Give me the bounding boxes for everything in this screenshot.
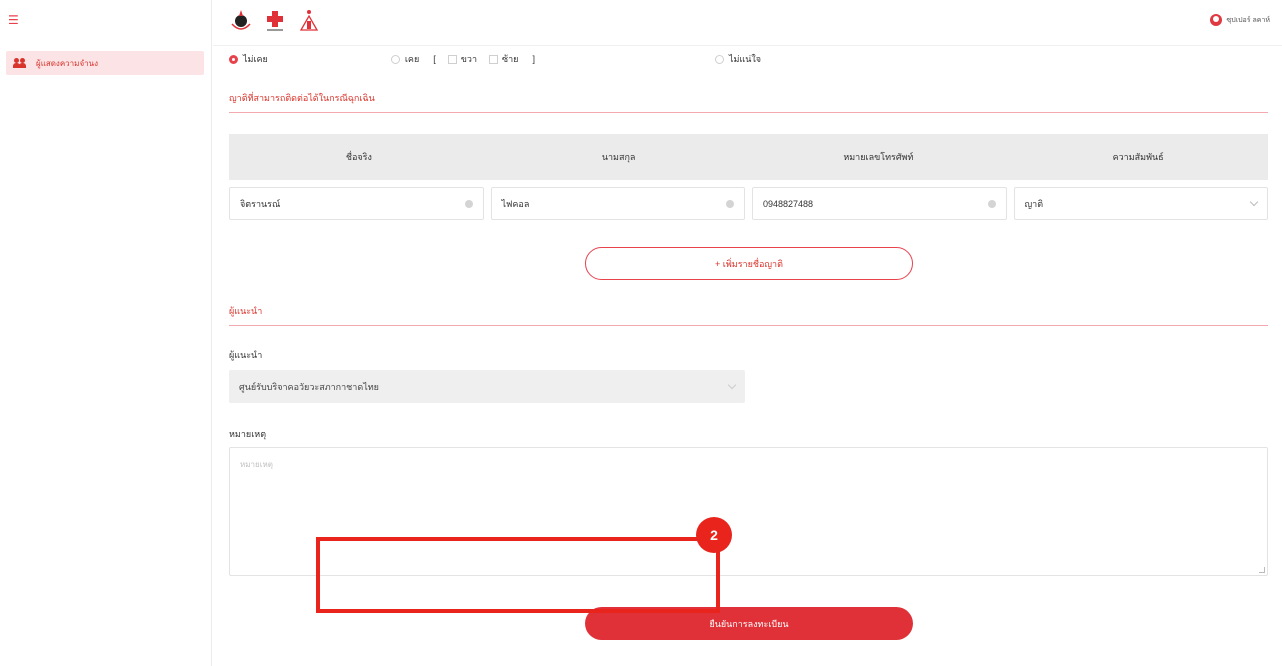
top-header: ซุปเปอร์ ลคาห์ xyxy=(213,0,1282,46)
note-label: หมายเหตุ xyxy=(229,429,267,439)
hamburger-menu-icon[interactable]: ☰ xyxy=(8,14,19,26)
radio-icon xyxy=(390,54,400,64)
donation-history-options: ไม่เคย เคย [ ขวา ซ้าย ] ไม่แน่ใจ xyxy=(229,52,761,66)
checkbox-left[interactable]: ซ้าย xyxy=(489,52,518,66)
first-name-field[interactable]: จิตรานรณ์ xyxy=(229,187,484,220)
relative-row: จิตรานรณ์ ไฟคอล 0948827488 ญาติ xyxy=(229,187,1268,220)
header-first-name: ชื่อจริง xyxy=(345,152,372,162)
referrer-section-title: ผู้แนะนำ xyxy=(229,306,263,316)
radio-icon xyxy=(714,54,724,64)
users-icon xyxy=(13,58,28,68)
last-name-field[interactable]: ไฟคอล xyxy=(490,187,745,220)
logo-group xyxy=(229,8,321,34)
relatives-section-title: ญาติที่สามารถติดต่อได้ในกรณีฉุกเฉิน xyxy=(229,93,375,103)
option-never[interactable]: ไม่เคย xyxy=(229,52,268,66)
note-placeholder: หมายเหตุ xyxy=(240,460,273,469)
add-relative-button[interactable]: + เพิ่มรายชื่อญาติ xyxy=(585,247,913,280)
thai-red-cross-emblem-logo xyxy=(297,8,321,34)
section-divider xyxy=(229,325,1268,326)
radio-selected-icon xyxy=(229,54,238,64)
option-not-sure[interactable]: ไม่แน่ใจ xyxy=(714,52,761,66)
bracket-close: ] xyxy=(532,54,535,64)
header-phone: หมายเลขโทรศัพท์ xyxy=(843,152,914,162)
referrer-select[interactable]: ศูนย์รับบริจาคอวัยวะสภากาชาดไทย xyxy=(229,370,745,403)
header-relation: ความสัมพันธ์ xyxy=(1112,152,1164,162)
chevron-down-icon xyxy=(1249,197,1259,207)
checkbox-icon xyxy=(489,54,498,64)
section-divider xyxy=(229,112,1268,113)
clear-icon[interactable] xyxy=(726,199,734,208)
sidebar-item-applicants[interactable]: ผู้แสดงความจำนง xyxy=(6,51,204,75)
bracket-open: [ xyxy=(433,54,436,64)
checkbox-icon xyxy=(447,54,457,64)
step-number-badge: 2 xyxy=(696,517,732,553)
resize-handle-icon[interactable] xyxy=(1259,567,1265,573)
checkbox-right[interactable]: ขวา xyxy=(447,52,477,66)
option-ever[interactable]: เคย xyxy=(390,52,419,66)
chevron-down-icon xyxy=(727,380,737,390)
referrer-label: ผู้แนะนำ xyxy=(229,350,263,360)
sidebar-item-label: ผู้แสดงความจำนง xyxy=(36,58,98,68)
user-name: ซุปเปอร์ ลคาห์ xyxy=(1226,16,1270,24)
header-last-name: นามสกุล xyxy=(601,152,636,162)
step-highlight-box xyxy=(316,537,720,613)
clear-icon[interactable] xyxy=(464,199,473,208)
organ-donation-logo xyxy=(229,8,253,34)
user-avatar-icon xyxy=(1209,14,1222,26)
red-cross-logo xyxy=(263,8,287,34)
relation-select[interactable]: ญาติ xyxy=(1013,187,1268,220)
user-menu[interactable]: ซุปเปอร์ ลคาห์ xyxy=(1209,14,1270,26)
phone-field[interactable]: 0948827488 xyxy=(752,187,1007,220)
relatives-table-header: ชื่อจริง นามสกุล หมายเลขโทรศัพท์ ความสัม… xyxy=(229,134,1268,180)
sidebar: ☰ ผู้แสดงความจำนง xyxy=(0,0,212,666)
clear-icon[interactable] xyxy=(987,199,996,208)
